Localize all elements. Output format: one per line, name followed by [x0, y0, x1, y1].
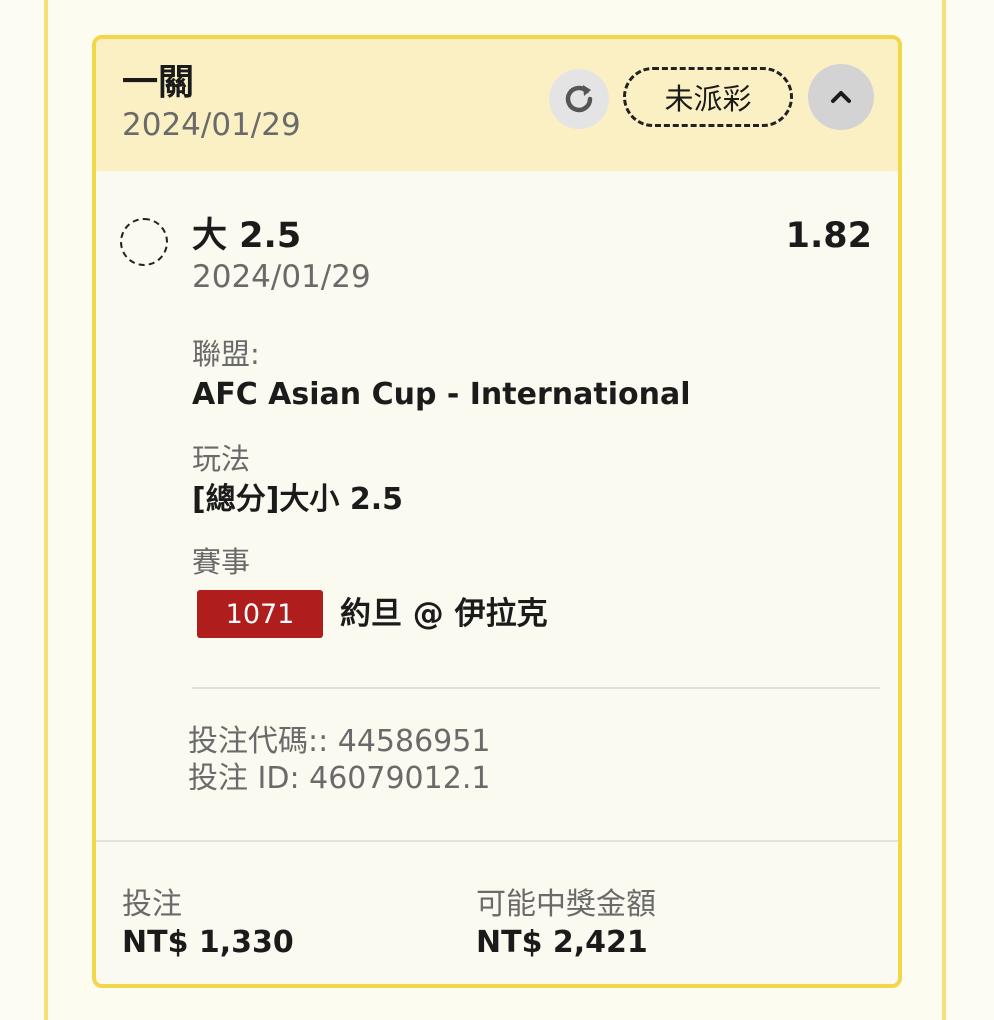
- match-id-badge: 1071: [197, 590, 323, 638]
- refresh-button[interactable]: [549, 69, 609, 129]
- market-label: 玩法: [192, 442, 251, 476]
- payout-value: NT$ 2,421: [476, 925, 648, 960]
- bet-code: 投注代碼:: 44586951: [188, 724, 491, 759]
- selection-radio-icon[interactable]: [120, 218, 168, 266]
- collapse-button[interactable]: [808, 64, 874, 130]
- match-name: 約旦 @ 伊拉克: [340, 596, 548, 632]
- selection-date: 2024/01/29: [192, 259, 371, 295]
- selection-odds: 1.82: [785, 216, 872, 256]
- status-badge: 未派彩: [623, 67, 793, 127]
- league-value: AFC Asian Cup - International: [192, 377, 691, 412]
- bet-slip-card: 一關 2024/01/29 未派彩 大 2.5 1.82 2024/01/29 …: [92, 35, 902, 988]
- market-value: [總分]大小 2.5: [192, 482, 404, 517]
- stake-label: 投注: [122, 887, 182, 922]
- event-label: 賽事: [192, 545, 251, 579]
- league-label: 聯盟:: [192, 337, 260, 371]
- footer-divider: [96, 840, 898, 842]
- bet-date: 2024/01/29: [122, 107, 301, 143]
- selection-label: 大 2.5: [192, 216, 302, 256]
- chevron-up-icon: [831, 91, 851, 103]
- bet-id: 投注 ID: 46079012.1: [188, 761, 491, 796]
- stake-value: NT$ 1,330: [122, 925, 294, 960]
- card-header[interactable]: 一關 2024/01/29 未派彩: [96, 39, 898, 171]
- bet-type-title: 一關: [122, 62, 195, 103]
- details-divider: [192, 687, 880, 689]
- payout-label: 可能中獎金額: [476, 887, 656, 922]
- refresh-icon: [565, 85, 593, 113]
